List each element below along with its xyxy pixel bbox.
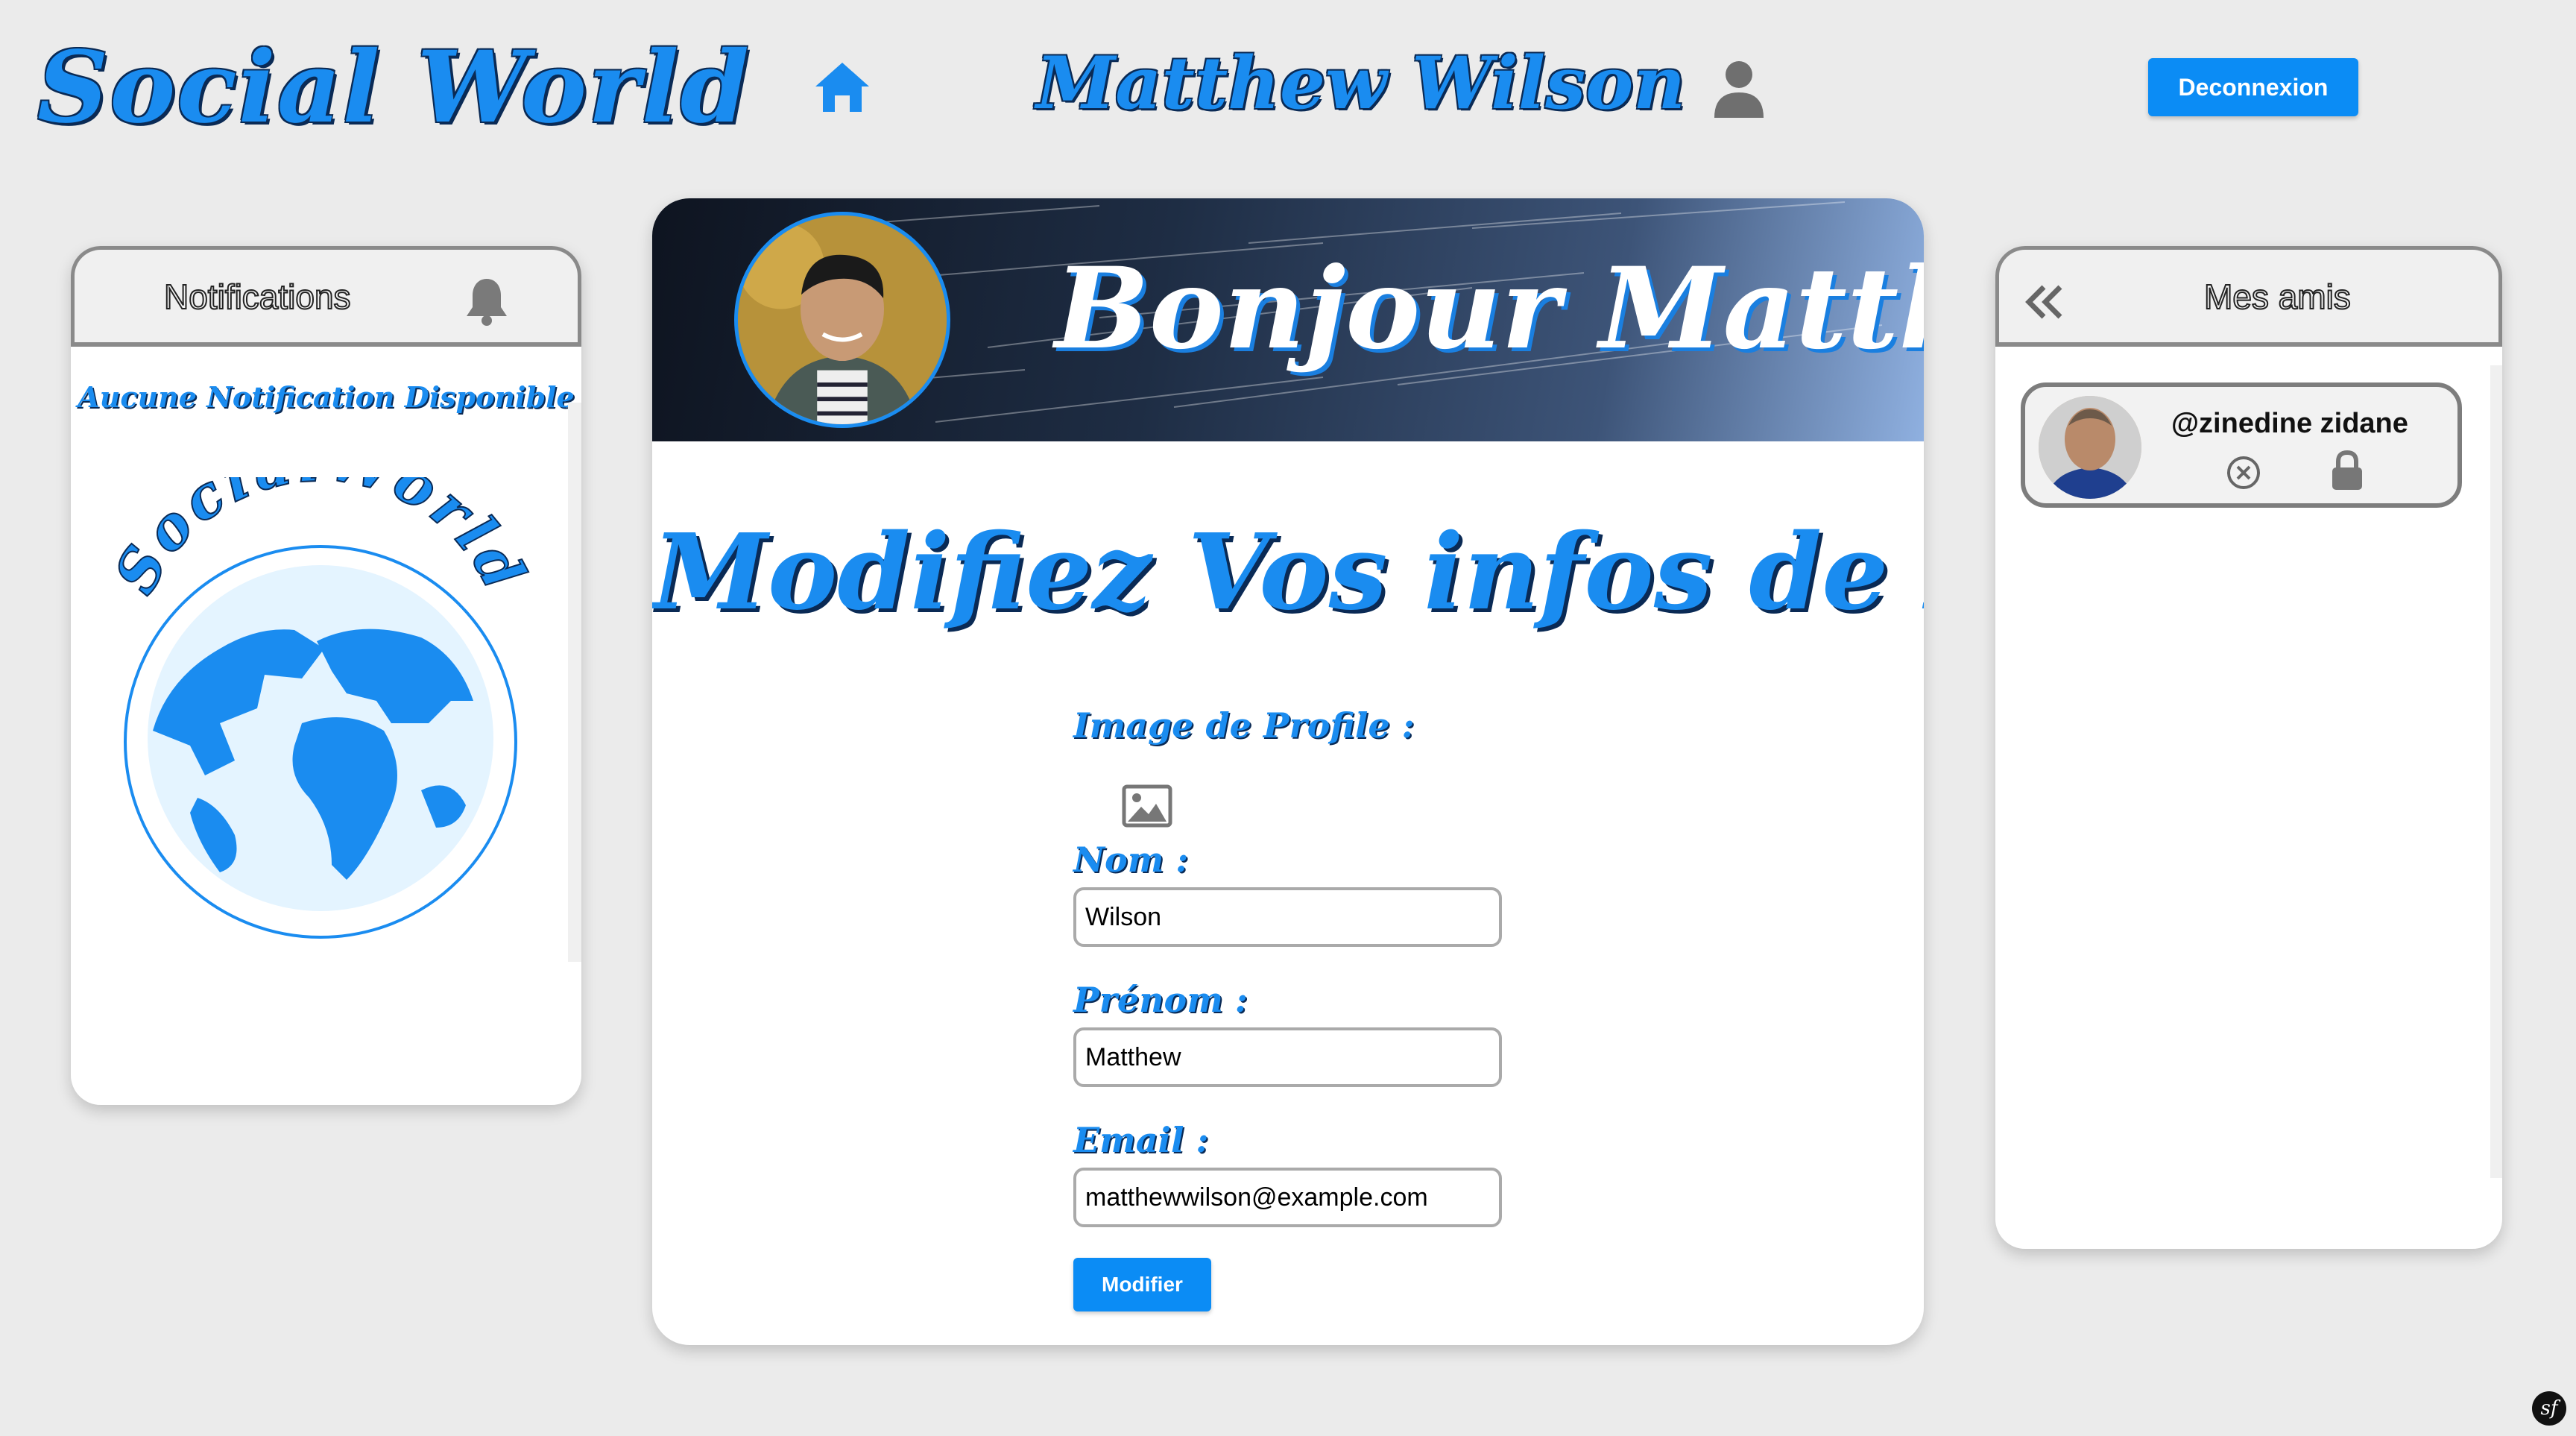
notifications-panel: Notifications Aucune Notification Dispon… <box>71 246 581 1105</box>
image-placeholder-icon[interactable] <box>1122 784 1172 828</box>
friend-card[interactable]: @zinedine zidane <box>2021 382 2462 508</box>
user-icon[interactable] <box>1713 60 1765 119</box>
symfony-toolbar-badge[interactable]: sf <box>2532 1391 2566 1426</box>
friend-name[interactable]: @zinedine zidane <box>2171 408 2408 440</box>
greeting-heading: Bonjour Matthew <box>1055 243 1924 374</box>
double-chevron-left-icon[interactable] <box>2021 280 2066 324</box>
user-avatar[interactable] <box>734 212 950 428</box>
empty-notifications-message: Aucune Notification Disponible <box>78 380 575 414</box>
remove-circle-icon[interactable] <box>2225 454 2262 491</box>
modifier-button[interactable]: Modifier <box>1073 1258 1211 1311</box>
image-label: Image de Profile : <box>1073 705 1415 746</box>
logout-button[interactable]: Deconnexion <box>2148 58 2358 116</box>
social-world-globe-logo: SocialWorld <box>101 425 536 939</box>
header-username: Matthew Wilson <box>1036 41 1686 125</box>
brand-logo[interactable]: Social World <box>37 30 751 145</box>
prenom-input[interactable] <box>1073 1027 1502 1087</box>
friends-title: Mes amis <box>2203 277 2352 317</box>
nom-input[interactable] <box>1073 887 1502 947</box>
friends-scrollbar[interactable] <box>2490 365 2502 1178</box>
nom-label: Nom : <box>1073 840 1189 880</box>
notifications-title: Notifications <box>163 277 352 317</box>
friend-avatar[interactable] <box>2039 396 2141 499</box>
profile-banner: Bonjour Matthew <box>652 198 1924 441</box>
friends-panel: Mes amis @zinedine zidane <box>1995 246 2502 1249</box>
email-label: Email : <box>1073 1120 1209 1160</box>
home-icon[interactable] <box>812 58 872 118</box>
email-input[interactable] <box>1073 1168 1502 1227</box>
lock-icon[interactable] <box>2329 450 2365 491</box>
friends-header: Mes amis <box>1995 246 2502 347</box>
prenom-label: Prénom : <box>1073 980 1248 1020</box>
profile-edit-card: Bonjour Matthew Modifiez Vos infos de Pr… <box>652 198 1924 1345</box>
form-title: Modifiez Vos infos de Profil <box>652 511 1924 634</box>
bell-icon[interactable] <box>464 276 510 327</box>
notifications-scrollbar[interactable] <box>568 403 581 962</box>
notifications-header: Notifications <box>71 246 581 347</box>
